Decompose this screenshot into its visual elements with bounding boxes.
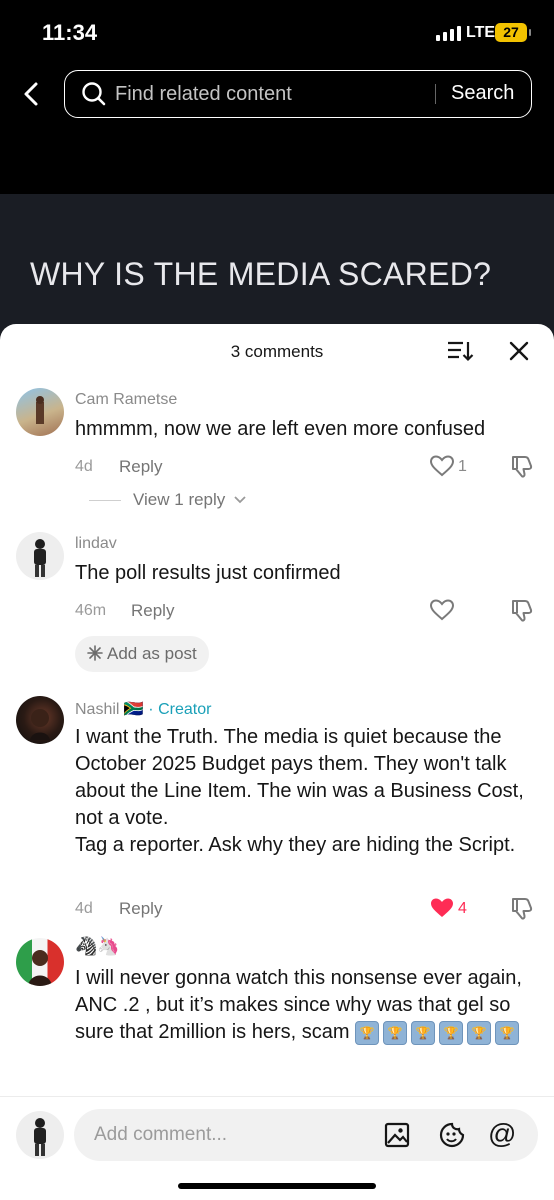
comment-item: Nashil 🇿🇦 · Creator I want the Truth. Th… [0, 692, 554, 922]
trophy-emoji-icon: 🏆 [355, 1020, 380, 1045]
back-icon[interactable] [18, 80, 46, 108]
like-count: 1 [458, 458, 467, 475]
add-as-post-button[interactable]: Add as post [75, 636, 209, 672]
username-text: Nashil [75, 701, 120, 718]
view-replies-label: View 1 reply [133, 490, 226, 509]
comment-username[interactable]: Nashil 🇿🇦 · Creator [75, 699, 211, 719]
image-icon[interactable] [384, 1122, 410, 1153]
trophy-emoji-icon: 🏆 [411, 1020, 436, 1045]
signal-icon [436, 26, 461, 41]
video-title: WHY IS THE MEDIA SCARED? [30, 256, 492, 292]
avatar[interactable] [16, 938, 64, 986]
comment-field[interactable]: @ [74, 1109, 538, 1161]
battery-icon: 27 [495, 23, 531, 42]
comment-text: hmmmm, now we are left even more confuse… [75, 418, 486, 440]
trophy-emoji-icon: 🏆 [495, 1020, 520, 1045]
heart-icon[interactable] [429, 454, 455, 483]
reply-divider [89, 500, 121, 502]
comment-username[interactable]: Cam Rametse [75, 391, 177, 409]
comment-username[interactable]: 🦓🦄 [75, 936, 120, 957]
view-replies-button[interactable]: View 1 reply [89, 490, 247, 510]
sparkle-icon [87, 645, 103, 661]
comment-age: 46m [75, 602, 107, 619]
comment-age: 4d [75, 900, 93, 917]
search-bar[interactable]: Search [64, 70, 532, 118]
close-icon[interactable] [508, 340, 530, 367]
like-count: 4 [458, 900, 467, 917]
reply-button[interactable]: Reply [119, 899, 162, 919]
avatar[interactable] [16, 532, 64, 580]
dislike-icon[interactable] [510, 598, 534, 629]
avatar[interactable] [16, 696, 64, 744]
search-input[interactable] [115, 79, 475, 109]
comment-username[interactable]: lindav [75, 535, 117, 553]
battery-level: 27 [503, 24, 519, 40]
chevron-down-icon [234, 496, 246, 504]
trophy-emoji-icon: 🏆 [383, 1020, 408, 1045]
comment-text: I will never gonna watch this nonsense e… [75, 965, 545, 1046]
avatar[interactable] [16, 388, 64, 436]
search-icon [81, 81, 107, 112]
reply-button[interactable]: Reply [119, 457, 162, 477]
search-button[interactable]: Search [451, 82, 514, 105]
search-divider [435, 84, 436, 104]
my-avatar[interactable] [16, 1111, 64, 1159]
status-time: 11:34 [42, 20, 98, 45]
trophy-emoji-icon: 🏆 [439, 1020, 464, 1045]
mention-icon[interactable]: @ [488, 1118, 516, 1150]
heart-icon-liked[interactable] [429, 896, 455, 925]
comment-age: 4d [75, 458, 93, 475]
status-bar: 11:34 LTE 27 [0, 0, 554, 62]
sort-icon[interactable] [446, 338, 474, 369]
add-as-post-label: Add as post [107, 644, 197, 663]
comment-item: Cam Rametse hmmmm, now we are left even … [0, 384, 554, 514]
reply-button[interactable]: Reply [131, 601, 174, 621]
comment-text: The poll results just confirmed [75, 562, 341, 584]
trophy-emoji-icon: 🏆 [467, 1020, 492, 1045]
dislike-icon[interactable] [510, 454, 534, 485]
comment-text: I want the Truth. The media is quiet bec… [75, 726, 524, 856]
comment-input-bar: @ [0, 1096, 554, 1200]
emoji-icon[interactable] [438, 1121, 466, 1154]
comment-item: 🦓🦄 I will never gonna watch this nonsens… [0, 934, 554, 1114]
comments-sheet: 3 comments Cam Rametse hmmmm, now we are… [0, 324, 554, 1199]
network-type: LTE [466, 24, 496, 41]
heart-icon[interactable] [429, 598, 455, 627]
home-indicator [178, 1183, 376, 1189]
dislike-icon[interactable] [510, 896, 534, 927]
creator-badge: · Creator [148, 701, 212, 718]
flag-emoji: 🇿🇦 [123, 701, 144, 718]
comment-input[interactable] [94, 1121, 374, 1149]
